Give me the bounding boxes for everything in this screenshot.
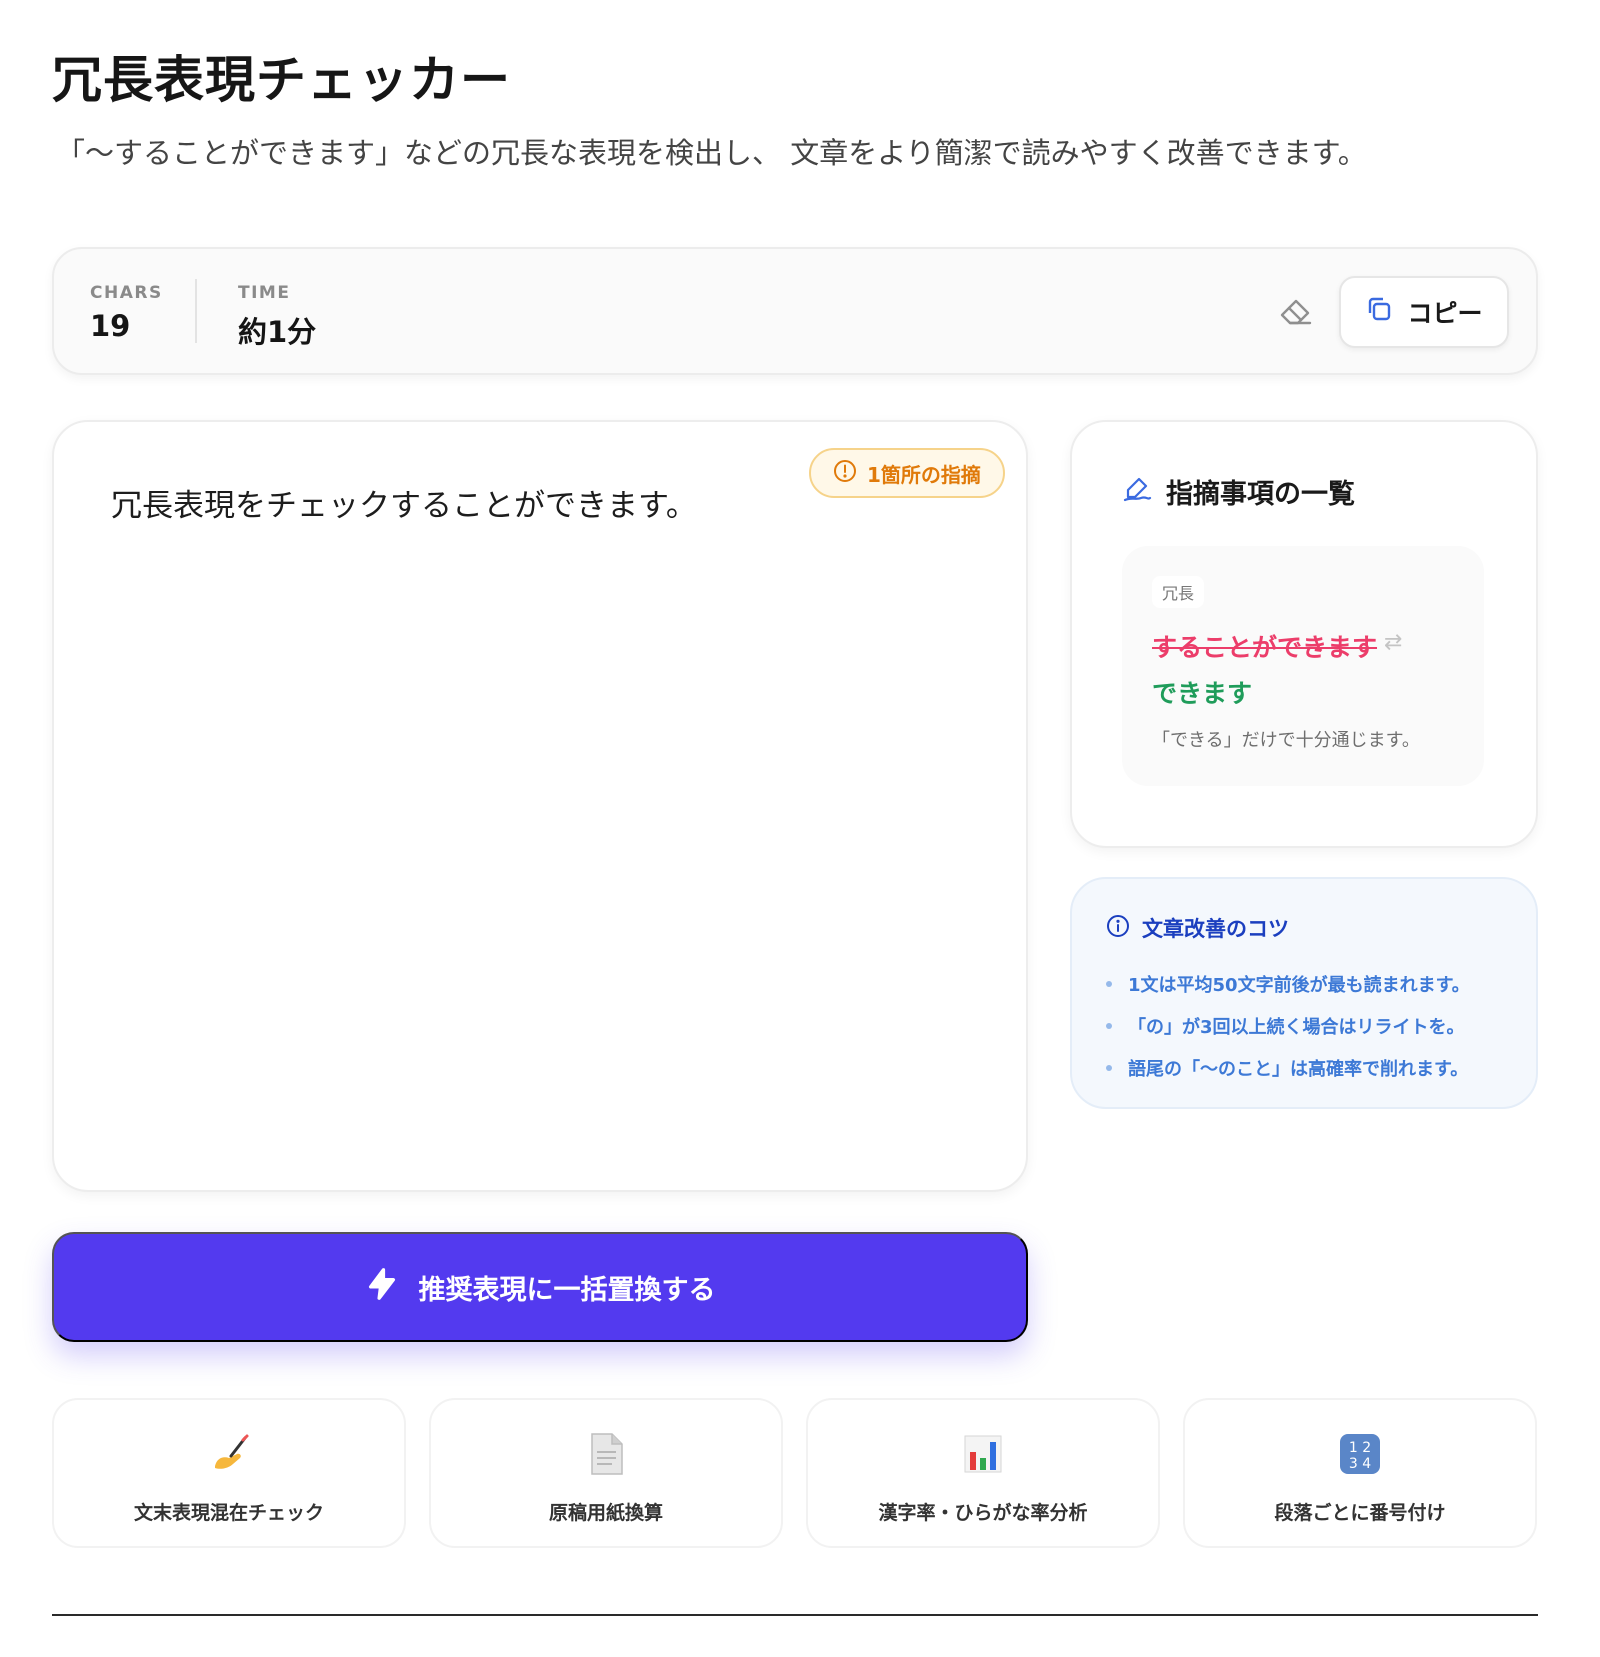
info-icon — [1106, 914, 1130, 943]
tip-item: 語尾の「〜のこと」は高確率で削れます。 — [1106, 1047, 1470, 1089]
stats-divider — [195, 279, 197, 343]
tool-label: 段落ごとに番号付け — [1274, 1502, 1446, 1524]
read-time-value: 約1分 — [238, 315, 317, 349]
bullet-icon — [1106, 1023, 1112, 1029]
tip-item: 1文は平均50文字前後が最も読まれます。 — [1106, 963, 1470, 1005]
copy-button[interactable]: コピー — [1339, 276, 1509, 348]
tool-label: 原稿用紙換算 — [548, 1502, 663, 1524]
bar-chart-icon — [808, 1432, 1158, 1476]
tip-item: 「の」が3回以上続く場合はリライトを。 — [1106, 1005, 1470, 1047]
page-title: 冗長表現チェッカー — [52, 51, 511, 109]
alert-circle-icon — [833, 459, 857, 488]
issue-count-badge: 1箇所の指摘 — [809, 448, 1005, 498]
copy-icon — [1365, 295, 1393, 330]
related-tools: 文末表現混在チェック 原稿用紙換算 漢字率・ひらがな率分析 1 2 3 4 段落… — [52, 1398, 1538, 1548]
issue-suggestion-text: できます — [1152, 679, 1253, 708]
svg-text:3 4: 3 4 — [1349, 1456, 1371, 1472]
tool-card-manuscript-paper[interactable]: 原稿用紙換算 — [429, 1398, 783, 1548]
char-count-stat: CHARS 19 — [90, 283, 163, 343]
issues-title: 指摘事項の一覧 — [1166, 479, 1355, 510]
replace-all-label: 推奨表現に一括置換する — [418, 1274, 716, 1305]
bullet-icon — [1106, 1065, 1112, 1071]
writing-hand-icon — [54, 1432, 404, 1476]
tips-panel: 文章改善のコツ 1文は平均50文字前後が最も読まれます。 「の」が3回以上続く場… — [1070, 877, 1538, 1109]
tool-label: 文末表現混在チェック — [133, 1502, 324, 1524]
issue-card[interactable]: 冗長 することができます ⇄ できます 「できる」だけで十分通じます。 — [1122, 546, 1484, 786]
copy-button-label: コピー — [1407, 300, 1483, 328]
issues-header: 指摘事項の一覧 — [1122, 472, 1355, 511]
char-count-label: CHARS — [90, 283, 163, 303]
tips-list: 1文は平均50文字前後が最も読まれます。 「の」が3回以上続く場合はリライトを。… — [1106, 963, 1470, 1089]
text-editor-panel: 1箇所の指摘 — [52, 420, 1028, 1192]
tips-title: 文章改善のコツ — [1142, 917, 1289, 941]
tool-card-paragraph-numbering[interactable]: 1 2 3 4 段落ごとに番号付け — [1183, 1398, 1537, 1548]
read-time-stat: TIME 約1分 — [238, 283, 316, 351]
issue-type-tag: 冗長 — [1152, 576, 1205, 608]
tool-card-kanji-ratio[interactable]: 漢字率・ひらがな率分析 — [806, 1398, 1160, 1548]
stats-bar: CHARS 19 TIME 約1分 コピー — [52, 247, 1538, 375]
replace-all-button[interactable]: 推奨表現に一括置換する — [52, 1232, 1028, 1342]
issues-panel: 指摘事項の一覧 冗長 することができます ⇄ できます 「できる」だけで十分通じ… — [1070, 420, 1538, 848]
tool-label: 漢字率・ひらがな率分析 — [878, 1502, 1088, 1524]
tips-header: 文章改善のコツ — [1106, 913, 1289, 943]
pen-icon — [1122, 473, 1152, 510]
swap-arrows-icon: ⇄ — [1384, 630, 1403, 655]
tip-text: 「の」が3回以上続く場合はリライトを。 — [1128, 1017, 1465, 1038]
eraser-icon[interactable] — [1276, 291, 1316, 331]
read-time-label: TIME — [238, 283, 291, 303]
issue-original-text: することができます — [1152, 633, 1378, 662]
footer-divider — [52, 1614, 1538, 1616]
page-subtitle: 「〜することができます」などの冗長な表現を検出し、 文章をより簡潔で読みやすく改… — [56, 136, 1367, 170]
tool-card-sentence-ending-check[interactable]: 文末表現混在チェック — [52, 1398, 406, 1548]
document-icon — [431, 1432, 781, 1476]
issue-note: 「できる」だけで十分通じます。 — [1152, 730, 1420, 751]
issue-count-label: 1箇所の指摘 — [867, 462, 981, 487]
tip-text: 1文は平均50文字前後が最も読まれます。 — [1128, 975, 1470, 996]
lightning-icon — [365, 1267, 399, 1308]
char-count-value: 19 — [90, 309, 131, 343]
tip-text: 語尾の「〜のこと」は高確率で削れます。 — [1128, 1059, 1469, 1080]
bullet-icon — [1106, 981, 1112, 987]
svg-text:1 2: 1 2 — [1349, 1440, 1371, 1456]
number-keycap-icon: 1 2 3 4 — [1185, 1432, 1535, 1476]
